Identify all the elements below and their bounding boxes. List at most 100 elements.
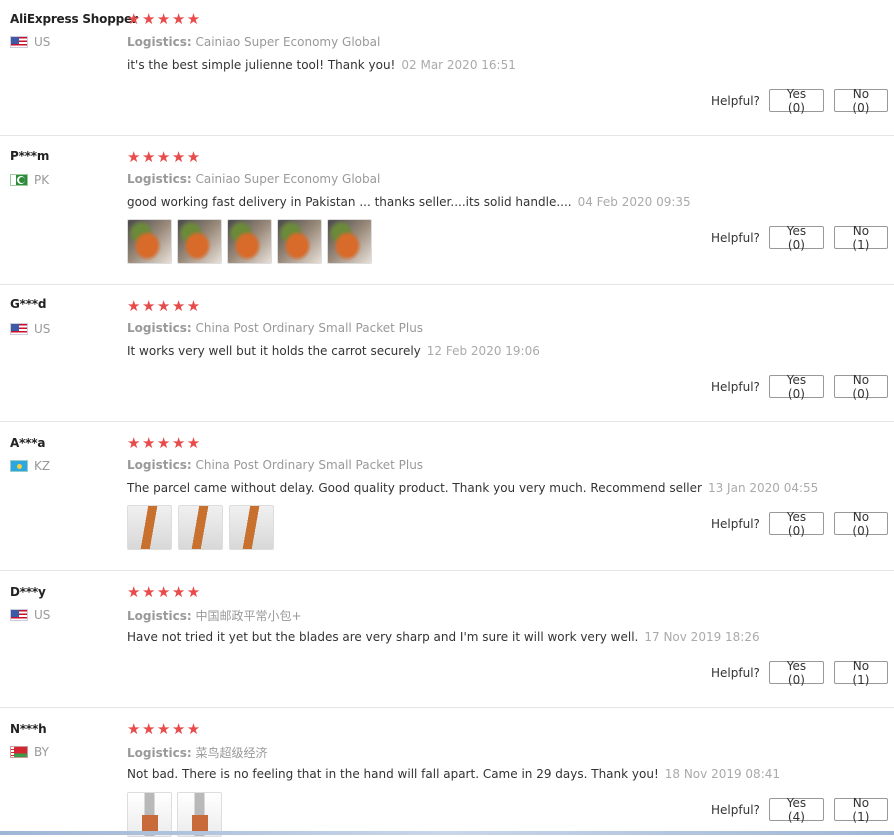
review-body: good working fast delivery in Pakistan .… — [127, 195, 572, 209]
country-code: PK — [34, 173, 50, 187]
reviewer-country: US — [10, 35, 50, 49]
reviewer-country: KZ — [10, 459, 50, 473]
no-vote-button[interactable]: No (0) — [833, 373, 888, 401]
yes-vote-button[interactable]: Yes (0) — [768, 510, 824, 538]
country-code: US — [34, 322, 51, 336]
review-photos — [127, 219, 372, 264]
logistics-label: Logistics: — [127, 458, 192, 472]
no-vote-button[interactable]: No (1) — [833, 796, 888, 824]
review-item: N***h BY ★★★★★ Logistics: 菜鸟超级经济 Not bad… — [0, 708, 894, 837]
review-item: A***a KZ ★★★★★ Logistics: China Post Ord… — [0, 422, 894, 571]
review-item: P***m PK ★★★★★ Logistics: Cainiao Super … — [0, 136, 894, 285]
no-vote-button[interactable]: No (0) — [833, 87, 888, 115]
country-code: BY — [34, 745, 49, 759]
logistics-info: Logistics: Cainiao Super Economy Global — [127, 172, 380, 186]
review-photo-thumbnail[interactable] — [227, 219, 272, 264]
yes-vote-button[interactable]: Yes (0) — [768, 87, 824, 115]
logistics-value: 菜鸟超级经济 — [195, 746, 268, 760]
review-text: Have not tried it yet but the blades are… — [127, 630, 760, 644]
review-date: 13 Jan 2020 04:55 — [707, 481, 819, 495]
review-photo-thumbnail[interactable] — [127, 219, 172, 264]
helpful-votes: Helpful? Yes (0) No (1) — [711, 224, 888, 252]
review-body: Not bad. There is no feeling that in the… — [127, 767, 659, 781]
no-vote-button[interactable]: No (1) — [833, 659, 888, 687]
country-code: US — [34, 35, 51, 49]
logistics-value: China Post Ordinary Small Packet Plus — [195, 458, 424, 472]
star-rating: ★★★★★ — [127, 720, 202, 738]
review-date: 17 Nov 2019 18:26 — [644, 630, 760, 644]
helpful-votes: Helpful? Yes (0) No (1) — [711, 659, 888, 687]
us-flag-icon — [10, 36, 28, 48]
yes-vote-button[interactable]: Yes (0) — [768, 224, 824, 252]
review-date: 02 Mar 2020 16:51 — [401, 58, 516, 72]
helpful-label: Helpful? — [711, 516, 760, 531]
review-text: it's the best simple julienne tool! Than… — [127, 58, 516, 72]
review-date: 04 Feb 2020 09:35 — [577, 195, 691, 209]
review-date: 12 Feb 2020 19:06 — [426, 344, 540, 358]
us-flag-icon — [10, 323, 28, 335]
reviewer-name: A***a — [10, 436, 46, 450]
pk-flag-icon — [10, 174, 28, 186]
helpful-label: Helpful? — [711, 802, 760, 817]
no-vote-button[interactable]: No (0) — [833, 510, 888, 538]
review-photo-thumbnail[interactable] — [327, 219, 372, 264]
helpful-votes: Helpful? Yes (0) No (0) — [711, 87, 888, 115]
country-code: KZ — [34, 459, 51, 473]
helpful-label: Helpful? — [711, 665, 760, 680]
review-text: It works very well but it holds the carr… — [127, 344, 540, 358]
logistics-label: Logistics: — [127, 746, 192, 760]
helpful-votes: Helpful? Yes (0) No (0) — [711, 373, 888, 401]
review-photo-thumbnail[interactable] — [277, 219, 322, 264]
review-photo-thumbnail[interactable] — [178, 505, 223, 550]
logistics-label: Logistics: — [127, 609, 192, 623]
helpful-votes: Helpful? Yes (4) No (1) — [711, 796, 888, 824]
review-item: AliExpress Shopper US ★★★★★ Logistics: C… — [0, 0, 894, 136]
yes-vote-button[interactable]: Yes (0) — [768, 659, 824, 687]
reviewer-name: G***d — [10, 297, 47, 311]
review-photo-thumbnail[interactable] — [229, 505, 274, 550]
yes-vote-button[interactable]: Yes (0) — [768, 373, 824, 401]
logistics-label: Logistics: — [127, 172, 192, 186]
reviewer-name: N***h — [10, 722, 47, 736]
star-rating: ★★★★★ — [127, 10, 202, 28]
window-bottom-edge — [0, 831, 894, 835]
logistics-info: Logistics: 菜鸟超级经济 — [127, 744, 267, 761]
review-item: D***y US ★★★★★ Logistics: 中国邮政平常小包+ Have… — [0, 571, 894, 708]
logistics-label: Logistics: — [127, 35, 192, 49]
review-body: The parcel came without delay. Good qual… — [127, 481, 702, 495]
logistics-value: Cainiao Super Economy Global — [195, 172, 381, 186]
reviewer-country: US — [10, 608, 50, 622]
review-date: 18 Nov 2019 08:41 — [664, 767, 781, 781]
reviewer-name: D***y — [10, 585, 46, 599]
review-body: It works very well but it holds the carr… — [127, 344, 421, 358]
review-photo-thumbnail[interactable] — [177, 219, 222, 264]
reviewer-name: P***m — [10, 149, 50, 163]
reviewer-country: PK — [10, 173, 49, 187]
helpful-label: Helpful? — [711, 379, 760, 394]
review-text: good working fast delivery in Pakistan .… — [127, 195, 691, 209]
star-rating: ★★★★★ — [127, 297, 202, 315]
no-vote-button[interactable]: No (1) — [833, 224, 888, 252]
review-photos — [127, 505, 274, 550]
by-flag-icon — [10, 746, 28, 758]
logistics-info: Logistics: China Post Ordinary Small Pac… — [127, 458, 423, 472]
logistics-value: Cainiao Super Economy Global — [195, 35, 381, 49]
star-rating: ★★★★★ — [127, 148, 202, 166]
review-text: Not bad. There is no feeling that in the… — [127, 767, 780, 781]
review-item: G***d US ★★★★★ Logistics: China Post Ord… — [0, 285, 894, 422]
review-body: Have not tried it yet but the blades are… — [127, 630, 639, 644]
review-text: The parcel came without delay. Good qual… — [127, 481, 818, 495]
helpful-label: Helpful? — [711, 93, 760, 108]
helpful-votes: Helpful? Yes (0) No (0) — [711, 510, 888, 538]
logistics-info: Logistics: Cainiao Super Economy Global — [127, 35, 380, 49]
yes-vote-button[interactable]: Yes (4) — [768, 796, 824, 824]
country-code: US — [34, 608, 51, 622]
star-rating: ★★★★★ — [127, 583, 202, 601]
reviewer-country: US — [10, 322, 50, 336]
reviewer-name: AliExpress Shopper — [10, 12, 138, 26]
star-rating: ★★★★★ — [127, 434, 202, 452]
review-photo-thumbnail[interactable] — [127, 505, 172, 550]
helpful-label: Helpful? — [711, 230, 760, 245]
logistics-label: Logistics: — [127, 321, 192, 335]
logistics-info: Logistics: 中国邮政平常小包+ — [127, 607, 302, 624]
